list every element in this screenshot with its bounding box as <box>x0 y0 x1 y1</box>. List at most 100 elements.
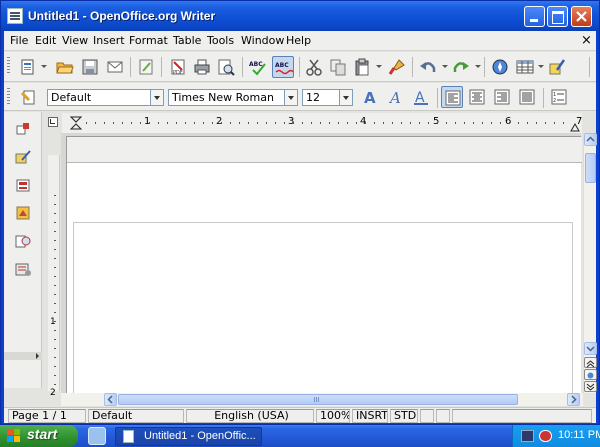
vertical-scrollbar[interactable] <box>583 133 597 393</box>
document-area[interactable] <box>61 133 582 394</box>
left-indent-marker-icon[interactable] <box>70 116 82 130</box>
redo-dropdown-arrow[interactable] <box>475 65 481 68</box>
edit-file-button[interactable] <box>135 56 157 78</box>
taskbar-window-button[interactable]: Untitled1 - OpenOffic... <box>115 427 262 446</box>
numbering-button[interactable]: 12 <box>548 86 570 108</box>
navigator-button[interactable] <box>489 56 511 78</box>
copy-button[interactable] <box>327 56 349 78</box>
left-tool-button[interactable] <box>14 120 32 138</box>
align-left-button[interactable] <box>441 86 463 108</box>
title-bar[interactable]: Untitled1 - OpenOffice.org Writer <box>1 1 599 31</box>
left-tool-button[interactable] <box>14 204 32 222</box>
status-page[interactable]: Page 1 / 1 <box>8 409 86 423</box>
new-document-button[interactable] <box>17 56 39 78</box>
paste-button[interactable] <box>351 56 373 78</box>
text-boundaries[interactable] <box>73 222 573 394</box>
status-insert-mode[interactable]: INSRT <box>352 409 388 423</box>
print-button[interactable] <box>191 56 213 78</box>
quick-launch-desktop-icon[interactable] <box>88 427 106 445</box>
scroll-down-button[interactable] <box>584 342 597 355</box>
close-document-button[interactable]: × <box>581 33 592 48</box>
status-digital-signature[interactable] <box>436 409 450 423</box>
undo-button[interactable] <box>417 56 439 78</box>
toolbar-grip[interactable] <box>7 88 10 106</box>
undo-dropdown-arrow[interactable] <box>442 65 448 68</box>
menu-help[interactable]: Help <box>286 34 311 47</box>
horizontal-scrollbar[interactable] <box>61 393 583 406</box>
status-selection-mode[interactable]: STD <box>390 409 418 423</box>
menu-window[interactable]: Window <box>241 34 284 47</box>
format-paintbrush-button[interactable] <box>386 56 408 78</box>
next-page-button[interactable] <box>584 381 597 392</box>
toolbar-expand-button[interactable] <box>4 352 42 360</box>
left-tool-button[interactable] <box>14 232 32 250</box>
left-tool-button[interactable] <box>14 148 32 166</box>
document-page[interactable] <box>66 136 582 394</box>
autospellcheck-toggle[interactable]: ABC <box>272 56 294 78</box>
navigation-button[interactable] <box>584 369 597 380</box>
network-icon[interactable] <box>521 430 534 442</box>
scroll-right-button[interactable] <box>567 393 580 406</box>
styles-and-formatting-button[interactable] <box>18 86 40 108</box>
menu-edit[interactable]: Edit <box>35 34 56 47</box>
new-dropdown-arrow[interactable] <box>41 65 47 68</box>
menu-file[interactable]: File <box>10 34 28 47</box>
open-button[interactable] <box>54 56 76 78</box>
vertical-ruler[interactable]: 1 2 <box>48 155 60 398</box>
menu-view[interactable]: View <box>62 34 88 47</box>
align-right-button[interactable] <box>491 86 513 108</box>
status-document-modified[interactable] <box>420 409 434 423</box>
status-language[interactable]: English (USA) <box>186 409 314 423</box>
chevron-down-icon[interactable] <box>150 90 163 105</box>
scroll-left-button[interactable] <box>104 393 117 406</box>
table-dropdown-arrow[interactable] <box>538 65 544 68</box>
security-alert-icon[interactable] <box>539 430 552 442</box>
status-page-style[interactable]: Default <box>88 409 184 423</box>
font-size-select[interactable]: 12 <box>302 89 353 106</box>
close-window-button[interactable] <box>571 6 592 27</box>
menu-insert[interactable]: Insert <box>93 34 125 47</box>
ruler-tick <box>54 204 56 205</box>
menu-table[interactable]: Table <box>173 34 201 47</box>
paste-dropdown-arrow[interactable] <box>376 65 382 68</box>
start-button[interactable]: start <box>0 425 78 447</box>
left-tool-button[interactable] <box>14 260 32 278</box>
vertical-scroll-thumb[interactable] <box>585 153 596 183</box>
minimize-button[interactable] <box>524 6 545 27</box>
show-draw-functions-button[interactable] <box>546 56 568 78</box>
send-email-button[interactable] <box>104 56 126 78</box>
status-zoom[interactable]: 100% <box>316 409 350 423</box>
menu-format[interactable]: Format <box>129 34 168 47</box>
redo-button[interactable] <box>450 56 472 78</box>
horizontal-ruler[interactable]: 1 2 3 4 5 6 7 <box>62 113 582 133</box>
export-pdf-button[interactable]: PDF <box>167 56 189 78</box>
cut-button[interactable] <box>303 56 325 78</box>
bold-button[interactable]: A <box>359 86 381 108</box>
taskbar-window-label: Untitled1 - OpenOffic... <box>144 430 256 442</box>
spellcheck-button[interactable]: ABC <box>247 56 269 78</box>
font-name-select[interactable]: Times New Roman <box>168 89 298 106</box>
right-indent-marker-icon[interactable] <box>570 122 580 132</box>
chevron-down-icon[interactable] <box>339 90 352 105</box>
horizontal-scroll-thumb[interactable] <box>118 394 518 405</box>
tab-stop-type-selector[interactable] <box>48 117 58 127</box>
ruler-tick <box>86 122 87 124</box>
writer-document-icon[interactable] <box>7 8 23 24</box>
toolbar-grip[interactable] <box>7 57 10 75</box>
chevron-down-icon[interactable] <box>284 90 297 105</box>
italic-button[interactable]: A <box>385 86 407 108</box>
underline-icon: A <box>414 90 428 106</box>
save-button[interactable] <box>79 56 101 78</box>
paragraph-style-select[interactable]: Default <box>47 89 164 106</box>
maximize-button[interactable] <box>547 6 568 27</box>
print-preview-button[interactable] <box>215 56 237 78</box>
left-tool-button[interactable] <box>14 176 32 194</box>
insert-table-button[interactable] <box>514 56 536 78</box>
align-center-button[interactable] <box>466 86 488 108</box>
underline-button[interactable]: A <box>410 86 432 108</box>
justify-button[interactable] <box>516 86 538 108</box>
menu-tools[interactable]: Tools <box>207 34 234 47</box>
scroll-up-button[interactable] <box>584 133 597 146</box>
previous-page-button[interactable] <box>584 357 597 368</box>
clock[interactable]: 10:11 PM <box>558 429 600 441</box>
